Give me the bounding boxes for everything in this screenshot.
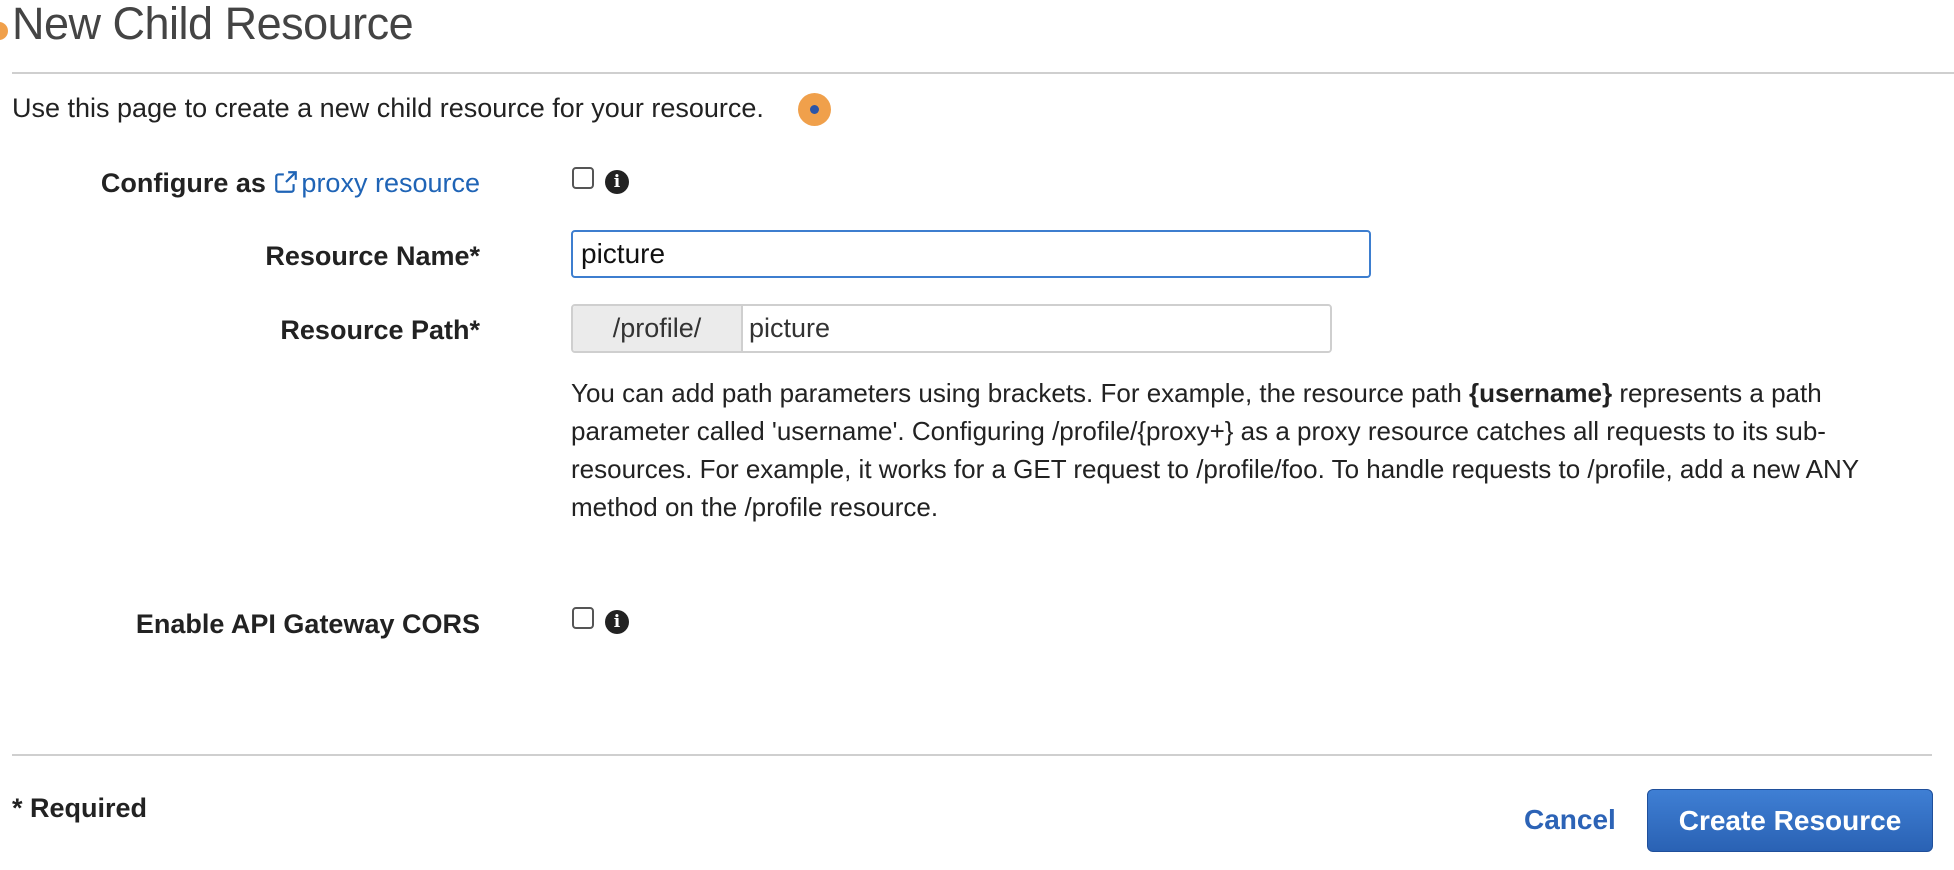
cancel-button[interactable]: Cancel [1524,804,1616,836]
help-text-bold: {username} [1469,378,1613,408]
new-child-resource-page: New Child Resource Use this page to crea… [0,0,1954,870]
resource-name-input[interactable] [571,230,1371,278]
hint-marker[interactable] [798,93,831,126]
resource-path-input[interactable] [743,306,1330,351]
path-help-text: You can add path parameters using bracke… [571,374,1946,526]
external-link-icon [275,171,298,193]
resource-path-field: /profile/ [571,304,1332,353]
required-note: * Required [12,793,148,823]
hint-marker-left [0,22,8,40]
info-circle-icon[interactable]: i [605,610,629,634]
proxy-resource-checkbox[interactable] [572,167,594,189]
page-title: New Child Resource [12,0,414,49]
page-intro: Use this page to create a new child reso… [12,93,764,123]
create-resource-button[interactable]: Create Resource [1647,789,1933,852]
footer-divider [12,754,1932,756]
resource-path-prefix: /profile/ [573,306,743,351]
title-divider [12,72,1954,74]
cors-checkbox[interactable] [572,607,594,629]
info-circle-icon[interactable]: i [605,170,629,194]
resource-name-label: Resource Name* [265,241,480,271]
proxy-label: Configure as proxy resource [101,168,480,199]
proxy-resource-link[interactable]: proxy resource [273,168,480,198]
help-text-part1: You can add path parameters using bracke… [571,378,1470,408]
proxy-resource-link-text: proxy resource [301,168,480,198]
proxy-label-prefix: Configure as [100,168,266,198]
cors-label: Enable API Gateway CORS [135,609,480,639]
resource-path-label: Resource Path* [280,315,480,345]
